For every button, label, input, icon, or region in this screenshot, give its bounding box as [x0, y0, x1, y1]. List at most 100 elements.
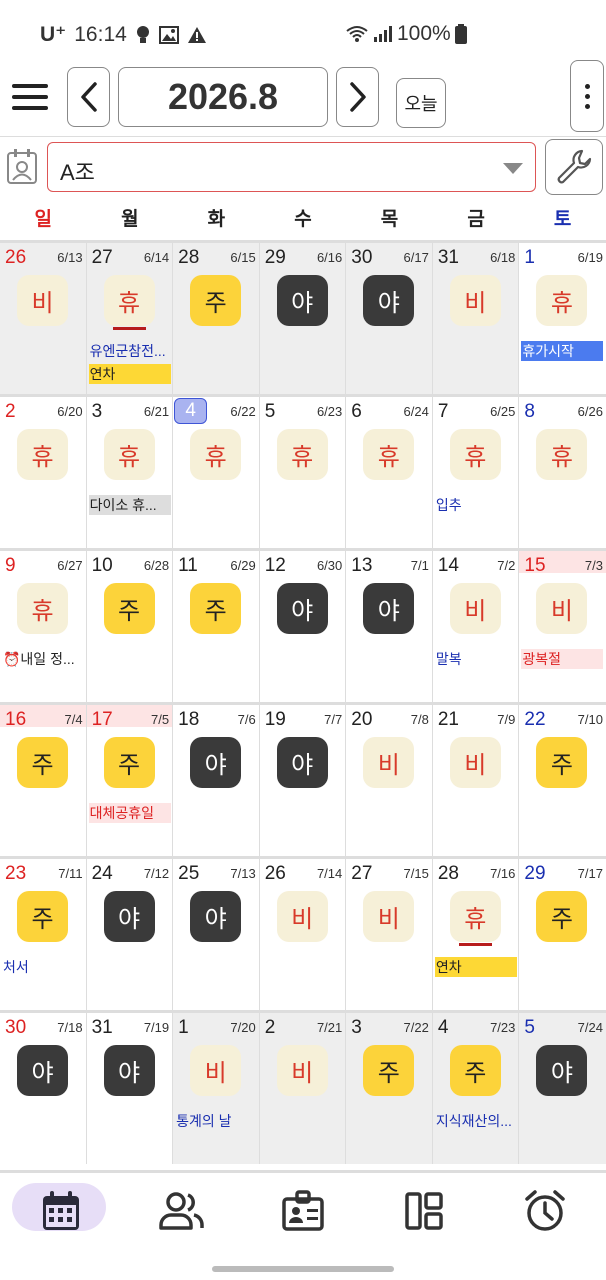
calendar-day-cell[interactable]: 2 6/20 휴	[0, 397, 87, 548]
calendar-day-cell[interactable]: 8 6/26 휴	[519, 397, 606, 548]
lunar-date: 6/23	[316, 404, 343, 419]
lunar-date: 6/22	[230, 404, 256, 419]
event-label[interactable]: 연차	[88, 364, 171, 384]
dashboard-icon	[405, 1192, 443, 1230]
calendar-day-cell[interactable]: 31 7/19 야	[87, 1013, 174, 1164]
calendar-day-cell[interactable]: 3 6/21 휴 다이소 휴...	[87, 397, 174, 548]
next-month-button[interactable]	[336, 67, 379, 127]
event-label[interactable]: 말복	[435, 649, 517, 669]
nav-dashboard[interactable]	[389, 1183, 459, 1239]
calendar-day-cell[interactable]: 5 7/24 야	[519, 1013, 606, 1164]
home-indicator[interactable]	[212, 1266, 394, 1272]
lunar-date: 6/25	[490, 404, 516, 419]
nav-calendar[interactable]	[12, 1183, 106, 1239]
calendar-day-cell[interactable]: 5 6/23 휴	[260, 397, 347, 548]
event-label[interactable]: 휴가시작	[521, 341, 604, 361]
calendar-day-cell[interactable]: 28 6/15 주	[173, 243, 260, 394]
prev-month-button[interactable]	[67, 67, 110, 127]
calendar-day-cell[interactable]: 17 7/5 주 대체공휴일	[86, 705, 174, 856]
lunar-date: 6/28	[143, 558, 170, 573]
day-number: 24	[91, 863, 113, 884]
event-label[interactable]: 처서	[2, 957, 84, 977]
event-label[interactable]: 광복절	[521, 649, 604, 669]
calendar-day-cell[interactable]: 21 7/9 비	[433, 705, 520, 856]
day-number: 20	[351, 709, 373, 730]
calendar-day-cell[interactable]: 4 6/22 휴	[173, 397, 260, 548]
status-right: 100%	[345, 22, 467, 46]
group-dropdown[interactable]: A조	[47, 142, 536, 192]
nav-id-card[interactable]	[268, 1183, 338, 1239]
day-number: 2	[5, 401, 16, 422]
month-title[interactable]: 2026.8	[118, 67, 328, 127]
calendar-day-cell[interactable]: 13 7/1 야	[346, 551, 433, 702]
day-number: 16	[5, 709, 27, 730]
calendar-day-cell[interactable]: 30 7/18 야	[0, 1013, 87, 1164]
calendar-day-cell[interactable]: 20 7/8 비	[346, 705, 433, 856]
calendar-day-cell[interactable]: 6 6/24 휴	[346, 397, 433, 548]
day-number: 18	[178, 709, 200, 730]
calendar-day-cell[interactable]: 7 6/25 휴 입추	[433, 397, 520, 548]
lunar-date: 7/14	[316, 866, 343, 881]
shift-badge: 야	[190, 891, 242, 942]
nav-people[interactable]	[147, 1183, 217, 1239]
calendar-day-cell[interactable]: 23 7/11 주 처서	[0, 859, 87, 1010]
calendar-day-cell[interactable]: 18 7/6 야	[173, 705, 260, 856]
calendar-day-cell[interactable]: 10 6/28 주	[87, 551, 174, 702]
alarm-icon	[525, 1190, 565, 1231]
more-dot-icon	[584, 83, 590, 89]
settings-wrench-button[interactable]	[545, 139, 603, 195]
calendar-day-cell[interactable]: 27 7/15 비	[346, 859, 433, 1010]
calendar-day-cell[interactable]: 22 7/10 주	[519, 705, 606, 856]
calendar-day-cell[interactable]: 1 6/19 휴 휴가시작	[519, 243, 606, 394]
calendar-day-cell[interactable]: 2 7/21 비	[259, 1013, 347, 1164]
event-label[interactable]: 통계의 날	[175, 1111, 257, 1131]
calendar-day-cell[interactable]: 28 7/16 휴 연차	[433, 859, 520, 1010]
event-label[interactable]: 지식재산의...	[435, 1111, 517, 1131]
event-label[interactable]: ⏰내일 정...	[2, 649, 84, 669]
calendar-day-cell[interactable]: 4 7/23 주 지식재산의...	[432, 1013, 520, 1164]
calendar-day-cell[interactable]: 3 7/22 주	[346, 1013, 433, 1164]
shift-badge: 비	[190, 1045, 242, 1096]
calendar-day-cell[interactable]: 25 7/13 야	[173, 859, 260, 1010]
calendar-day-cell[interactable]: 9 6/27 휴 ⏰내일 정...	[0, 551, 87, 702]
calendar-day-cell[interactable]: 26 6/13 비	[0, 243, 87, 394]
more-options-button[interactable]	[570, 60, 604, 132]
calendar-day-cell[interactable]: 15 7/3 비 광복절	[519, 551, 606, 702]
calendar-day-cell[interactable]: 27 6/14 휴 유엔군참전... 연차	[86, 243, 174, 394]
lunar-date: 7/6	[237, 712, 256, 727]
shift-badge: 야	[276, 737, 328, 788]
lunar-date: 7/22	[403, 1020, 429, 1035]
calendar-day-cell[interactable]: 31 6/18 비	[432, 243, 520, 394]
event-label[interactable]: 연차	[434, 957, 517, 977]
menu-button[interactable]	[10, 80, 50, 114]
calendar-day-cell[interactable]: 11 6/29 주	[173, 551, 260, 702]
calendar-day-cell[interactable]: 24 7/12 야	[87, 859, 174, 1010]
event-label[interactable]: 유엔군참전...	[89, 341, 171, 361]
shift-badge: 휴	[103, 275, 155, 326]
calendar-day-cell[interactable]: 19 7/7 야	[260, 705, 347, 856]
calendar-day-cell[interactable]: 16 7/4 주	[0, 705, 87, 856]
calendar-day-cell[interactable]: 14 7/2 비 말복	[433, 551, 520, 702]
day-number: 3	[351, 1017, 362, 1038]
calendar-person-icon[interactable]	[6, 147, 40, 187]
shift-badge: 비	[449, 583, 501, 634]
event-label[interactable]: 입추	[435, 495, 517, 515]
calendar-day-cell[interactable]: 12 6/30 야	[260, 551, 347, 702]
calendar-day-cell[interactable]: 29 7/17 주	[519, 859, 606, 1010]
calendar-day-cell[interactable]: 30 6/17 야	[346, 243, 433, 394]
day-number: 7	[437, 401, 449, 422]
today-button[interactable]: 오늘	[396, 78, 446, 128]
shift-badge: 휴	[276, 429, 328, 480]
weekday-header: 일 월 화 수 목 금 토	[0, 200, 606, 240]
event-label[interactable]: 다이소 휴...	[88, 495, 171, 515]
day-number: 9	[5, 555, 16, 576]
event-label[interactable]: 대체공휴일	[88, 803, 171, 823]
lunar-date: 7/4	[64, 712, 83, 727]
calendar-day-cell[interactable]: 26 7/14 비	[260, 859, 347, 1010]
lunar-date: 7/20	[230, 1020, 256, 1035]
day-number: 29	[524, 863, 546, 884]
nav-alarm[interactable]	[510, 1183, 580, 1239]
calendar-day-cell[interactable]: 1 7/20 비 통계의 날	[173, 1013, 260, 1164]
calendar-day-cell[interactable]: 29 6/16 야	[259, 243, 347, 394]
lunar-date: 6/18	[490, 250, 516, 265]
